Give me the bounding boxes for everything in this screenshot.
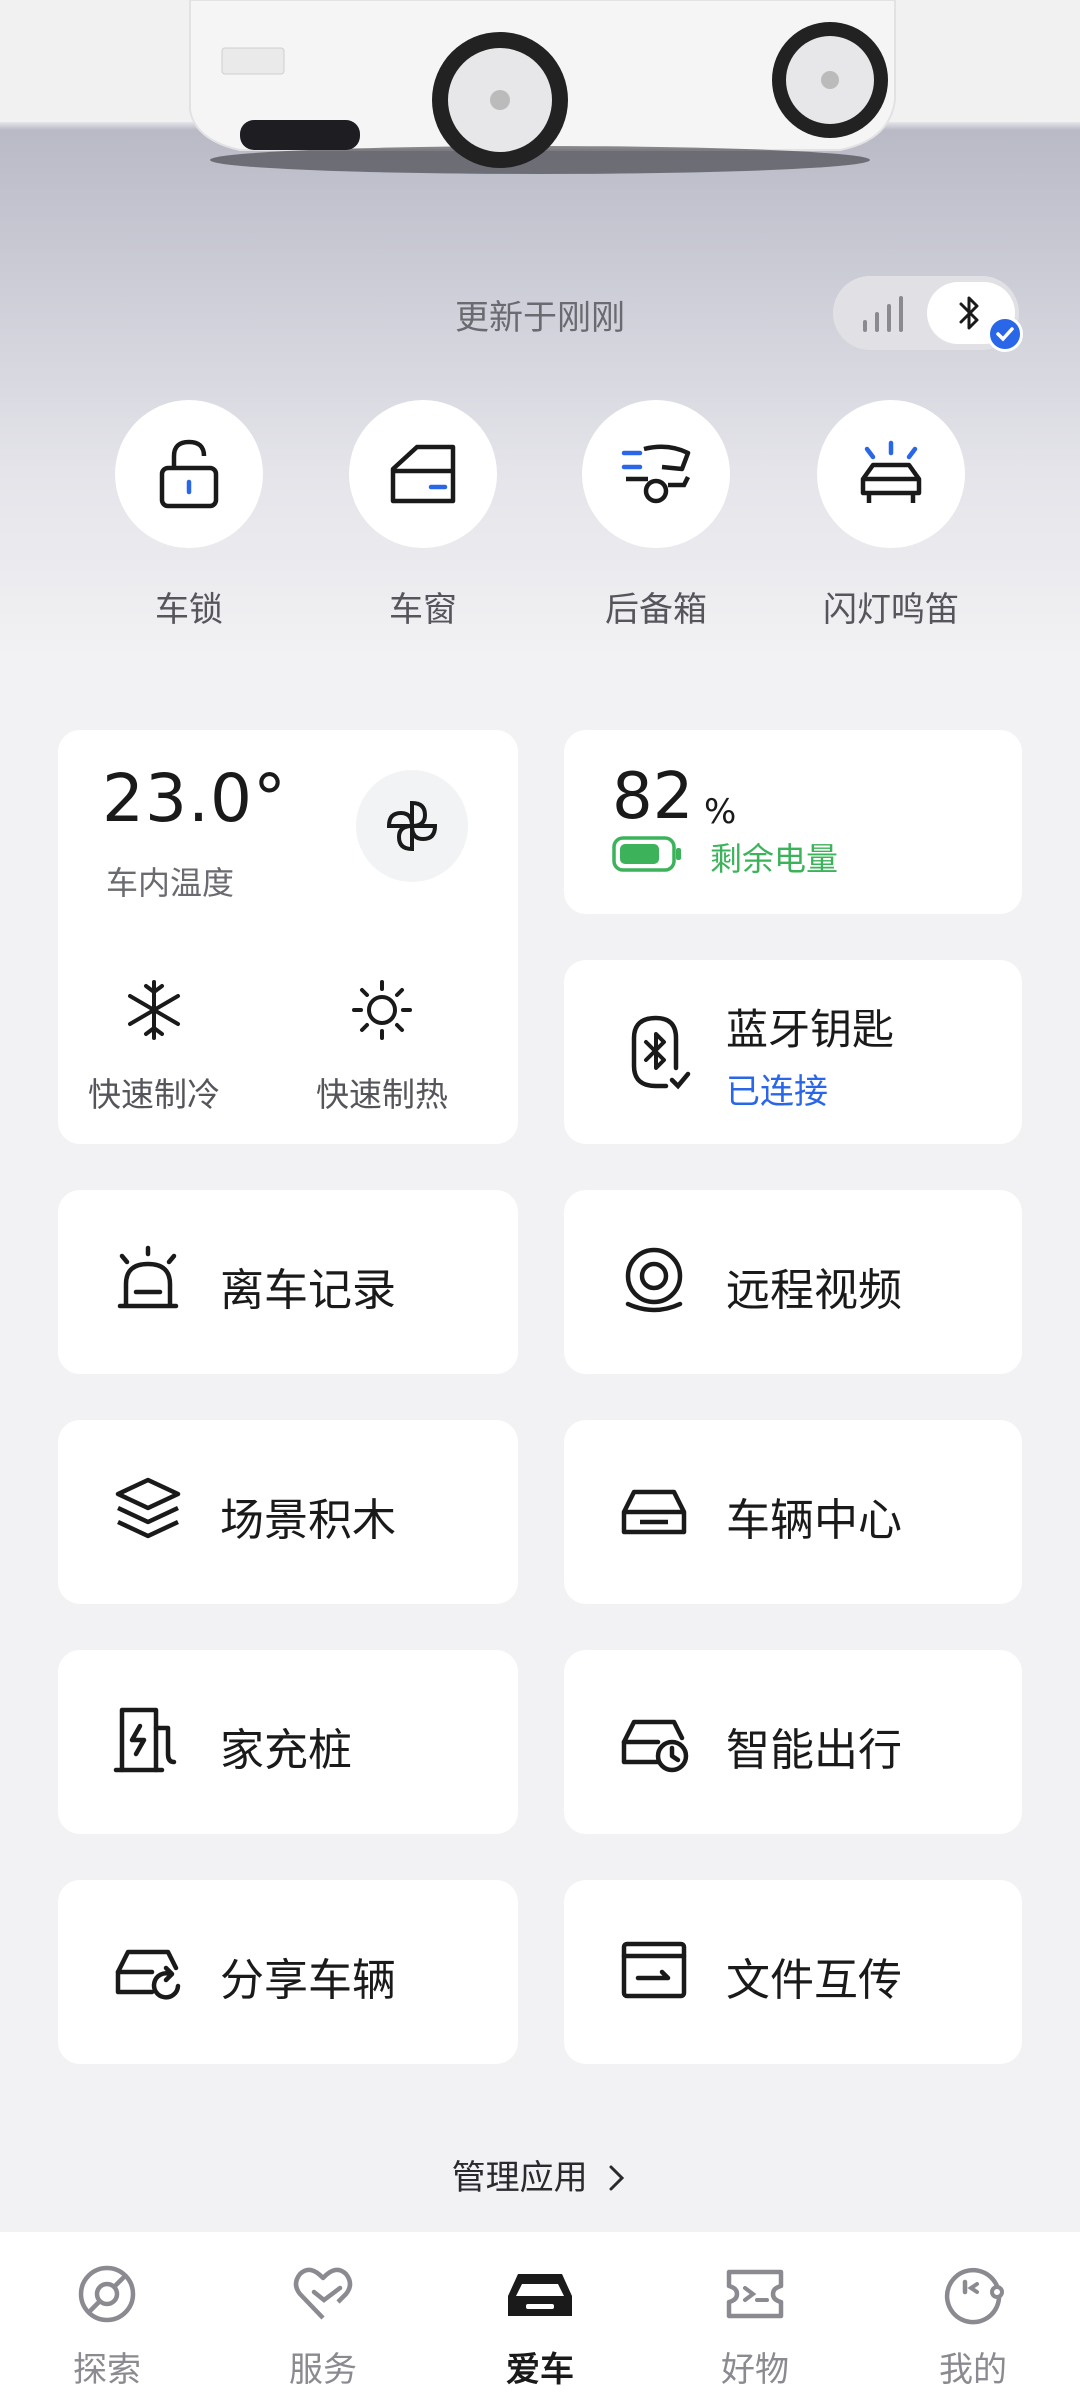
battery-percentage-value: 82 (612, 760, 694, 834)
file-transfer-icon (621, 1941, 687, 1999)
alarm-bell-icon (117, 1245, 179, 1309)
tile-label: 离车记录 (220, 1265, 396, 1316)
tile-label: 分享车辆 (220, 1955, 396, 2006)
compass-icon (78, 2265, 136, 2323)
tile-share-vehicle[interactable]: 分享车辆 (58, 1880, 518, 2064)
tile-label: 家充桩 (220, 1725, 352, 1776)
lock-button[interactable] (115, 400, 263, 548)
car-window-icon (390, 444, 456, 504)
quick-heat-label: 快速制热 (316, 1075, 448, 1114)
window-button[interactable] (349, 400, 497, 548)
tile-smart-travel[interactable]: 智能出行 (564, 1650, 1022, 1834)
tab-label: 好物 (721, 2350, 789, 2390)
tile-file-transfer[interactable]: 文件互传 (564, 1880, 1022, 2064)
snowflake-icon (128, 980, 180, 1040)
quick-action-label: 车锁 (155, 590, 223, 630)
quick-cool-label: 快速制冷 (88, 1075, 220, 1114)
layers-icon (115, 1477, 181, 1539)
car-front-icon (508, 2274, 572, 2316)
sun-icon (352, 980, 412, 1040)
bottom-tab-bar: 探索 服务 爱车 好物 我的 (0, 2232, 1080, 2404)
tile-home-charger[interactable]: 家充桩 (58, 1650, 518, 1834)
tab-mine[interactable]: 我的 (898, 2262, 1048, 2391)
quick-action-window[interactable]: 车窗 (348, 400, 498, 631)
bluetooth-icon (959, 296, 979, 330)
quick-action-label: 闪灯鸣笛 (823, 590, 959, 630)
quick-action-label: 后备箱 (605, 590, 707, 630)
ticket-icon (726, 2269, 784, 2319)
connection-toggle[interactable] (833, 276, 1023, 352)
car-icon (621, 1489, 687, 1535)
flash-horn-icon (860, 440, 922, 503)
tile-label: 智能出行 (726, 1725, 902, 1776)
tile-remote-video[interactable]: 远程视频 (564, 1190, 1022, 1374)
quick-heat-button[interactable]: 快速制热 (302, 978, 462, 1116)
quick-action-trunk[interactable]: 后备箱 (581, 400, 731, 631)
bluetooth-key-card[interactable]: 蓝牙钥匙 已连接 (564, 960, 1022, 1144)
battery-card[interactable]: 82 % 剩余电量 (564, 730, 1022, 914)
tab-label: 我的 (939, 2350, 1007, 2390)
heart-hand-icon (293, 2267, 353, 2320)
car-clock-icon (621, 1719, 689, 1773)
manage-apps-label: 管理应用 (451, 2158, 588, 2198)
trunk-icon (621, 444, 691, 504)
trunk-button[interactable] (582, 400, 730, 548)
charger-icon (113, 1707, 177, 1773)
chevron-right-icon (609, 2165, 625, 2191)
tile-leave-record[interactable]: 离车记录 (58, 1190, 518, 1374)
quick-action-lock[interactable]: 车锁 (114, 400, 264, 631)
car-image (189, 0, 896, 174)
climate-card[interactable]: 23.0° 车内温度 快速制冷 快速制热 (58, 730, 518, 1144)
tile-vehicle-center[interactable]: 车辆中心 (564, 1420, 1022, 1604)
bluetooth-key-title: 蓝牙钥匙 (726, 1005, 895, 1054)
bluetooth-key-icon (631, 1015, 691, 1090)
profile-icon (944, 2267, 1004, 2325)
quick-cool-button[interactable]: 快速制冷 (74, 978, 234, 1116)
battery-icon (612, 836, 681, 872)
cabin-temperature-label: 车内温度 (106, 864, 235, 902)
tab-my-car[interactable]: 爱车 (465, 2262, 615, 2391)
signal-bars-icon (863, 296, 903, 332)
bluetooth-key-status: 已连接 (726, 1072, 828, 1112)
tab-service[interactable]: 服务 (248, 2262, 398, 2391)
fan-button[interactable] (356, 770, 468, 882)
tile-label: 车辆中心 (726, 1495, 902, 1546)
battery-remaining-label: 剩余电量 (710, 840, 839, 878)
fan-icon (386, 800, 438, 852)
lock-icon (159, 439, 219, 509)
tile-label: 场景积木 (220, 1495, 396, 1546)
manage-apps-link[interactable]: 管理应用 (0, 2150, 1080, 2199)
flash-horn-button[interactable] (817, 400, 965, 548)
cabin-temperature-value: 23.0° (102, 760, 287, 837)
tab-label: 服务 (289, 2350, 357, 2390)
tile-scene-blocks[interactable]: 场景积木 (58, 1420, 518, 1604)
tab-label: 探索 (73, 2350, 141, 2390)
connected-check-icon (987, 316, 1023, 352)
car-share-icon (115, 1949, 181, 2000)
battery-percentage-unit: % (704, 792, 737, 832)
quick-action-label: 车窗 (389, 590, 457, 630)
quick-action-flash-horn[interactable]: 闪灯鸣笛 (816, 400, 966, 631)
tile-label: 远程视频 (726, 1265, 902, 1316)
tab-label: 爱车 (506, 2350, 574, 2390)
camera-icon (625, 1247, 683, 1313)
update-status-text: 更新于刚刚 (455, 298, 625, 338)
tile-label: 文件互传 (726, 1955, 902, 2006)
tab-explore[interactable]: 探索 (32, 2262, 182, 2391)
tab-goods[interactable]: 好物 (680, 2262, 830, 2391)
